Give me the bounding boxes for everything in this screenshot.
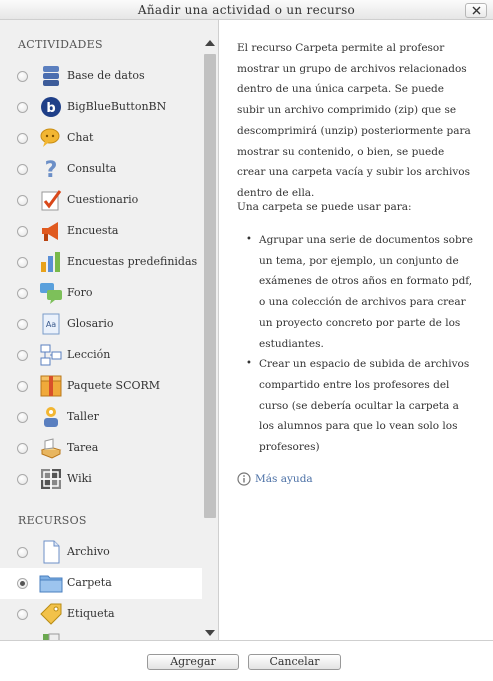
lesson-icon <box>39 343 63 367</box>
package-icon <box>39 374 63 398</box>
option-label: Encuesta <box>67 224 119 237</box>
option-label: Chat <box>67 131 94 144</box>
workshop-icon <box>39 405 63 429</box>
module-chooser-list: ACTIVIDADES Base de datos b BigBlueButto… <box>0 20 219 640</box>
info-icon <box>237 472 251 486</box>
activities-heading: ACTIVIDADES <box>18 38 103 51</box>
bigbluebutton-icon: b <box>39 95 63 119</box>
option-label: Tarea <box>67 441 99 454</box>
option-file[interactable]: Archivo <box>0 537 202 568</box>
option-partial <box>0 630 202 640</box>
bar-chart-icon <box>39 250 63 274</box>
assignment-icon <box>39 436 63 460</box>
radio-button[interactable] <box>17 381 28 392</box>
radio-button[interactable] <box>17 412 28 423</box>
svg-text:b: b <box>46 101 55 116</box>
option-scorm[interactable]: Paquete SCORM <box>0 371 202 402</box>
option-label: Consulta <box>67 162 117 175</box>
megaphone-icon <box>39 219 63 243</box>
option-label: BigBlueButtonBN <box>67 100 167 113</box>
description-intro: El recurso Carpeta permite al profesor m… <box>237 42 471 199</box>
cancel-button[interactable]: Cancelar <box>248 654 341 670</box>
radio-button[interactable] <box>17 288 28 299</box>
folder-icon <box>39 571 63 595</box>
option-glossary[interactable]: Aa Glosario <box>0 309 202 340</box>
close-icon <box>472 6 481 15</box>
radio-button[interactable] <box>17 102 28 113</box>
dialog-titlebar: Añadir una actividad o un recurso <box>0 0 493 20</box>
radio-button[interactable] <box>17 609 28 620</box>
option-label: Base de datos <box>67 69 145 82</box>
radio-button[interactable] <box>17 133 28 144</box>
svg-text:Aa: Aa <box>46 320 56 329</box>
resources-heading: RECURSOS <box>18 514 87 527</box>
option-label: Carpeta <box>67 576 112 589</box>
page-icon <box>39 633 63 640</box>
option-choice[interactable]: ? Consulta <box>0 154 202 185</box>
option-label: Lección <box>67 348 111 361</box>
option-label: Cuestionario <box>67 193 139 206</box>
radio-button[interactable] <box>17 226 28 237</box>
wiki-icon <box>39 467 63 491</box>
option-label: Foro <box>67 286 93 299</box>
option-feedback[interactable]: Encuesta <box>0 216 202 247</box>
uses-heading: Una carpeta se puede usar para: <box>237 201 412 213</box>
list-item: Agrupar una serie de documentos sobre un… <box>237 230 473 354</box>
option-assignment[interactable]: Tarea <box>0 433 202 464</box>
uses-list: Agrupar una serie de documentos sobre un… <box>237 230 473 458</box>
radio-button[interactable] <box>17 195 28 206</box>
option-bigbluebuttonbn[interactable]: b BigBlueButtonBN <box>0 92 202 123</box>
scroll-down-arrow-icon[interactable] <box>205 630 215 636</box>
svg-text:?: ? <box>45 158 58 181</box>
option-lesson[interactable]: Lección <box>0 340 202 371</box>
option-label: Etiqueta <box>67 607 115 620</box>
radio-button[interactable] <box>17 547 28 558</box>
radio-button[interactable] <box>17 350 28 361</box>
radio-button[interactable] <box>17 164 28 175</box>
option-database[interactable]: Base de datos <box>0 61 202 92</box>
scroll-up-arrow-icon[interactable] <box>205 40 215 46</box>
dialog-title: Añadir una actividad o un recurso <box>137 3 356 17</box>
option-label: Paquete SCORM <box>67 379 161 392</box>
option-quiz[interactable]: Cuestionario <box>0 185 202 216</box>
option-label: Archivo <box>67 545 110 558</box>
chat-icon <box>39 126 63 150</box>
glossary-icon: Aa <box>39 312 63 336</box>
scroll-thumb[interactable] <box>204 54 216 518</box>
radio-button-checked[interactable] <box>17 578 28 589</box>
database-icon <box>39 64 63 88</box>
option-workshop[interactable]: Taller <box>0 402 202 433</box>
option-label: Glosario <box>67 317 114 330</box>
option-folder[interactable]: Carpeta <box>0 568 202 599</box>
more-help-link[interactable]: Más ayuda <box>237 472 313 486</box>
close-button[interactable] <box>465 3 487 18</box>
radio-button[interactable] <box>17 319 28 330</box>
dialog-footer: Agregar Cancelar <box>0 640 493 681</box>
list-item: Crear un espacio de subida de archivos c… <box>237 354 473 458</box>
option-survey[interactable]: Encuestas predefinidas <box>0 247 202 278</box>
option-chat[interactable]: Chat <box>0 123 202 154</box>
radio-button[interactable] <box>17 443 28 454</box>
option-label: Encuestas predefinidas <box>67 255 198 268</box>
radio-button[interactable] <box>17 71 28 82</box>
label-icon <box>39 602 63 626</box>
file-icon <box>39 540 63 564</box>
module-description: El recurso Carpeta permite al profesor m… <box>220 20 493 640</box>
option-label-resource[interactable]: Etiqueta <box>0 599 202 630</box>
radio-button[interactable] <box>17 257 28 268</box>
more-help-text[interactable]: Más ayuda <box>255 473 313 485</box>
option-label: Taller <box>67 410 99 423</box>
scrollbar[interactable] <box>202 38 218 640</box>
radio-button[interactable] <box>17 474 28 485</box>
option-forum[interactable]: Foro <box>0 278 202 309</box>
option-wiki[interactable]: Wiki <box>0 464 202 495</box>
option-label: Wiki <box>67 472 92 485</box>
quiz-icon <box>39 188 63 212</box>
question-icon: ? <box>39 157 63 181</box>
forum-icon <box>39 281 63 305</box>
add-button[interactable]: Agregar <box>147 654 239 670</box>
